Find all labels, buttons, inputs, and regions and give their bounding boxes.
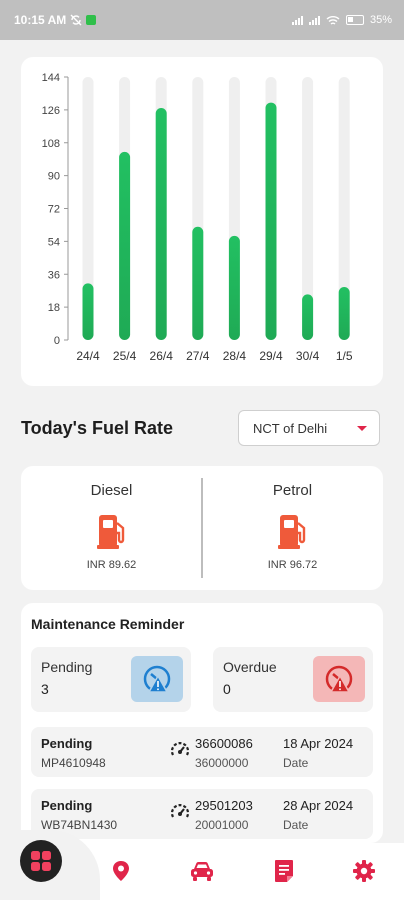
- settings-icon: [353, 860, 375, 882]
- y-tick-label: 90: [48, 171, 60, 183]
- bar-30-4[interactable]: [302, 294, 314, 340]
- row-status: Pending: [41, 798, 93, 813]
- row-date-label: Date: [283, 818, 309, 832]
- pending-badge: [131, 656, 183, 702]
- pending-label: Pending: [41, 659, 93, 675]
- y-tick-label: 0: [54, 335, 60, 347]
- signal-icon: [291, 15, 303, 25]
- x-tick-label: 25/4: [113, 349, 137, 363]
- petrol-rate: Petrol INR 96.72: [202, 466, 383, 590]
- battery-value: 35: [369, 14, 383, 26]
- y-tick-label: 144: [42, 72, 60, 84]
- overdue-label: Overdue: [223, 659, 277, 675]
- pending-summary[interactable]: Pending 3: [31, 647, 191, 712]
- x-tick-label: 29/4: [259, 349, 283, 363]
- gauge-alert-icon: [143, 665, 171, 693]
- state-dropdown-value: NCT of Delhi: [253, 420, 328, 436]
- speedometer-icon: [170, 804, 190, 818]
- y-tick-label: 18: [48, 302, 60, 314]
- fuel-chart-card: 0 18 36 54 72 90 108 126 144 24/4 25/4 26/4 27/4 28/4…: [21, 57, 383, 386]
- nav-settings-button[interactable]: [351, 858, 377, 884]
- bar-25-4[interactable]: [119, 151, 131, 340]
- bar-29-4[interactable]: [265, 102, 277, 340]
- bar-27-4[interactable]: [192, 226, 204, 340]
- maintenance-row[interactable]: Pending MP4610948 36600086 36000000 18 A…: [31, 727, 373, 777]
- x-tick-label: 26/4: [150, 349, 174, 363]
- nav-dashboard-button[interactable]: [20, 840, 62, 882]
- overdue-count: 0: [223, 681, 231, 697]
- overdue-summary[interactable]: Overdue 0: [213, 647, 373, 712]
- fuel-pump-icon: [277, 515, 305, 549]
- status-bar: 10:15 AM 35%: [0, 0, 404, 40]
- nav-location-button[interactable]: [108, 858, 134, 884]
- y-tick-label: 36: [48, 269, 60, 281]
- battery-percent: 35%: [369, 14, 392, 26]
- bar-28-4[interactable]: [228, 235, 240, 340]
- maintenance-card: Maintenance Reminder Pending 3 Overdue 0: [21, 603, 383, 843]
- report-icon: [275, 860, 293, 882]
- status-left-icons: [70, 14, 97, 26]
- location-pin-icon: [113, 861, 129, 881]
- bar-1-5[interactable]: [338, 287, 350, 340]
- row-status: Pending: [41, 736, 93, 751]
- row-odometer-due: 36000000: [195, 756, 249, 770]
- x-tick-label: 27/4: [186, 349, 210, 363]
- sync-off-icon: [70, 14, 82, 26]
- y-tick-label: 108: [42, 138, 60, 150]
- gauge-alert-icon: [325, 665, 353, 693]
- row-odometer-current: 36600086: [195, 736, 253, 751]
- dashboard-icon: [31, 851, 51, 871]
- row-date: 28 Apr 2024: [283, 798, 354, 813]
- petrol-price: INR 96.72: [267, 559, 318, 571]
- speedometer-icon: [170, 742, 190, 756]
- x-tick-label: 24/4: [76, 349, 100, 363]
- state-dropdown[interactable]: NCT of Delhi: [238, 410, 380, 446]
- fuel-bar-chart: 0 18 36 54 72 90 108 126 144 24/4 25/4 26/4 27/4 28/4…: [42, 72, 353, 363]
- fuel-pump-icon: [96, 515, 124, 549]
- fuel-rate-card: Diesel INR 89.62 Petrol INR 96.72: [21, 466, 383, 590]
- x-tick-label: 28/4: [223, 349, 247, 363]
- signal-2-icon: [308, 15, 320, 25]
- y-tick-label: 72: [48, 204, 60, 216]
- bar-26-4[interactable]: [155, 108, 167, 340]
- y-tick-label: 126: [42, 105, 60, 117]
- nav-reports-button[interactable]: [271, 858, 297, 884]
- overdue-badge: [313, 656, 365, 702]
- status-right-icons: 35%: [291, 14, 392, 26]
- fuel-rate-title: Today's Fuel Rate: [21, 418, 173, 438]
- row-odometer-current: 29501203: [195, 798, 253, 813]
- y-tick-label: 54: [48, 236, 60, 248]
- row-date: 18 Apr 2024: [283, 736, 354, 751]
- row-date-label: Date: [283, 756, 309, 770]
- car-icon: [191, 862, 213, 881]
- maintenance-row[interactable]: Pending WB74BN1430 29501203 20001000 28 …: [31, 789, 373, 839]
- x-tick-label: 30/4: [296, 349, 320, 363]
- app-notification-icon: [86, 15, 97, 25]
- diesel-price: INR 89.62: [86, 559, 137, 571]
- wifi-icon: [326, 15, 340, 25]
- diesel-rate: Diesel INR 89.62: [21, 466, 202, 590]
- row-odometer-due: 20001000: [195, 818, 249, 832]
- battery-icon: [345, 15, 364, 25]
- maintenance-title: Maintenance Reminder: [31, 616, 185, 632]
- petrol-label: Petrol: [272, 482, 313, 499]
- chevron-down-icon: [357, 425, 367, 431]
- nav-vehicles-button[interactable]: [189, 858, 215, 884]
- x-tick-label: 1/5: [336, 349, 353, 363]
- row-plate: MP4610948: [41, 756, 106, 770]
- pending-count: 3: [41, 681, 49, 697]
- status-time: 10:15 AM: [14, 13, 67, 27]
- diesel-label: Diesel: [90, 482, 133, 499]
- bar-24-4[interactable]: [82, 283, 94, 340]
